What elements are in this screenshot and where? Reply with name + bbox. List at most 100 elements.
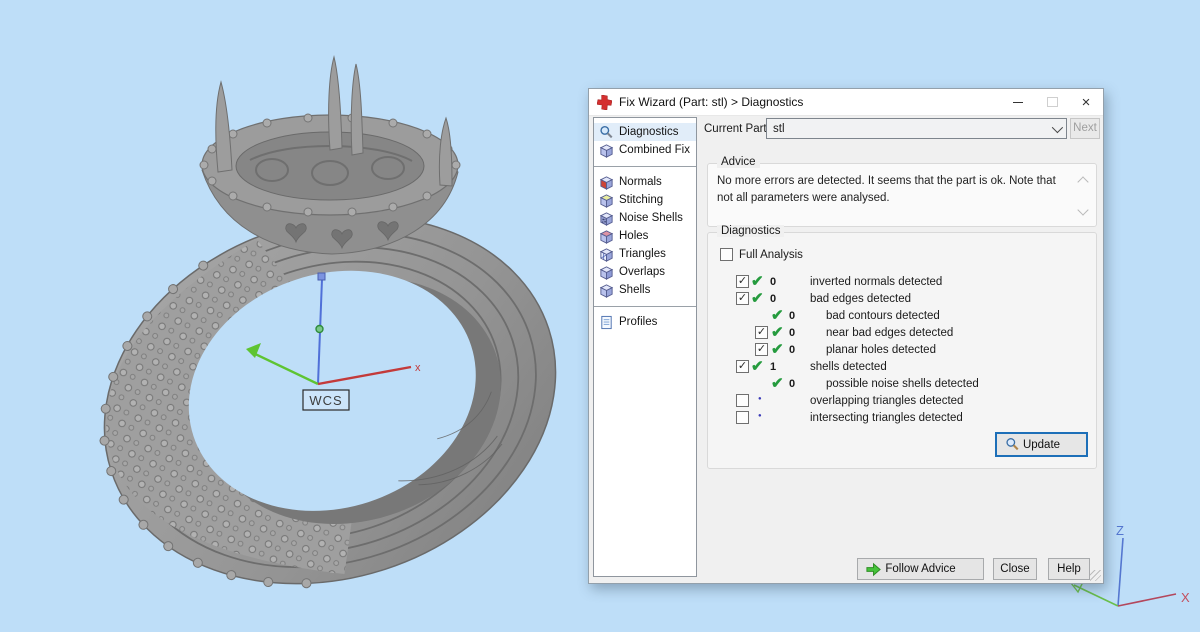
fix-wizard-dialog: Fix Wizard (Part: stl) > Diagnostics × D… <box>588 88 1104 584</box>
chevron-down-icon <box>1052 121 1063 132</box>
view-z-axis-label: Z <box>1116 523 1124 538</box>
combined-fix-cube-icon <box>599 143 614 158</box>
advice-legend: Advice <box>717 156 760 168</box>
row-count: 0 <box>789 344 795 356</box>
normals-cube-icon <box>599 175 614 190</box>
sidebar-item-noise-shells[interactable]: Noise Shells <box>594 209 696 227</box>
noise-shells-cube-icon <box>599 211 614 226</box>
row-count: 0 <box>770 276 776 288</box>
magnifier-icon <box>599 125 614 140</box>
resize-grip[interactable] <box>1090 570 1101 581</box>
row-count: 0 <box>789 327 795 339</box>
sidebar-item-combined-fix[interactable]: Combined Fix <box>594 141 696 159</box>
overlaps-cube-icon <box>599 265 614 280</box>
sidebar-item-stitching[interactable]: Stitching <box>594 191 696 209</box>
row-label: bad edges detected <box>810 293 911 305</box>
dialog-titlebar[interactable]: Fix Wizard (Part: stl) > Diagnostics × <box>589 89 1103 116</box>
status-icon <box>771 340 784 358</box>
view-x-axis-label: X <box>1181 590 1190 605</box>
sidebar-item-triangles[interactable]: Triangles <box>594 245 696 263</box>
row-label: intersecting triangles detected <box>810 412 963 424</box>
maximize-icon <box>1047 97 1058 107</box>
sidebar-item-holes[interactable]: Holes <box>594 227 696 245</box>
diagnostics-groupbox: Diagnostics Full Analysis 0 inverted nor… <box>707 232 1097 469</box>
current-part-label: Current Part: <box>704 123 770 135</box>
close-button[interactable]: × <box>1069 89 1103 115</box>
scroll-down-icon[interactable] <box>1077 204 1088 215</box>
diagnostic-row: 0 bad edges detected <box>708 291 1096 308</box>
row-checkbox[interactable] <box>736 360 749 373</box>
advice-text: No more errors are detected. It seems th… <box>717 173 1066 208</box>
row-label: possible noise shells detected <box>826 378 979 390</box>
minimize-icon <box>1013 102 1023 103</box>
row-label: shells detected <box>810 361 887 373</box>
row-checkbox[interactable] <box>755 326 768 339</box>
diagnostics-legend: Diagnostics <box>717 225 784 237</box>
diagnostic-row: 0 near bad edges detected <box>708 325 1096 342</box>
diagnostics-rows: 0 inverted normals detected 0 bad edges … <box>708 274 1096 427</box>
ring-crown <box>200 57 460 254</box>
row-count: 0 <box>789 310 795 322</box>
status-icon <box>771 323 784 341</box>
diagnostic-row: overlapping triangles detected <box>708 393 1096 410</box>
row-label: near bad edges detected <box>826 327 953 339</box>
scroll-up-icon[interactable] <box>1077 176 1088 187</box>
row-checkbox[interactable] <box>736 275 749 288</box>
dialog-title: Fix Wizard (Part: stl) > Diagnostics <box>619 95 803 109</box>
row-label: inverted normals detected <box>810 276 942 288</box>
current-part-combobox[interactable]: stl <box>766 118 1067 139</box>
advice-groupbox: Advice No more errors are detected. It s… <box>707 163 1097 227</box>
magnifier-icon <box>1005 437 1020 452</box>
status-icon <box>771 374 784 392</box>
row-checkbox[interactable] <box>755 343 768 356</box>
diagnostic-row: 0 possible noise shells detected <box>708 376 1096 393</box>
sidebar-item-profiles[interactable]: Profiles <box>594 313 696 331</box>
wcs-label: WCS <box>303 390 349 410</box>
row-checkbox[interactable] <box>736 411 749 424</box>
green-arrow-icon <box>865 561 882 578</box>
row-checkbox[interactable] <box>736 394 749 407</box>
row-count: 1 <box>770 361 776 373</box>
update-button[interactable]: Update <box>995 432 1088 457</box>
diagnostic-row: 1 shells detected <box>708 359 1096 376</box>
next-button[interactable]: Next <box>1070 118 1100 139</box>
triangles-cube-icon <box>599 247 614 262</box>
svg-text:WCS: WCS <box>309 393 342 408</box>
sidebar-item-overlaps[interactable]: Overlaps <box>594 263 696 281</box>
status-icon <box>751 272 764 290</box>
stitching-cube-icon <box>599 193 614 208</box>
full-analysis-checkbox[interactable] <box>720 248 733 261</box>
row-label: bad contours detected <box>826 310 940 322</box>
model-x-axis-label: x <box>415 362 421 374</box>
close-icon: × <box>1082 95 1091 110</box>
sidebar-item-diagnostics[interactable]: Diagnostics <box>594 123 696 141</box>
sidebar-separator <box>594 166 696 167</box>
status-icon <box>758 394 762 406</box>
status-icon <box>771 306 784 324</box>
minimize-button[interactable] <box>1001 89 1035 115</box>
current-part-value: stl <box>773 123 785 135</box>
diagnostic-row: 0 bad contours detected <box>708 308 1096 325</box>
maximize-button[interactable] <box>1035 89 1069 115</box>
row-checkbox[interactable] <box>736 292 749 305</box>
shells-cube-icon <box>599 283 614 298</box>
sidebar-item-normals[interactable]: Normals <box>594 173 696 191</box>
profiles-document-icon <box>599 315 614 330</box>
fix-wizard-cross-icon <box>597 95 612 110</box>
help-button[interactable]: Help <box>1048 558 1090 580</box>
row-label: planar holes detected <box>826 344 936 356</box>
follow-advice-button[interactable]: Follow Advice <box>857 558 984 580</box>
sidebar-separator <box>594 306 696 307</box>
row-count: 0 <box>789 378 795 390</box>
holes-cube-icon <box>599 229 614 244</box>
diagnostic-row: 0 inverted normals detected <box>708 274 1096 291</box>
sidebar-item-shells[interactable]: Shells <box>594 281 696 299</box>
status-icon <box>758 411 762 423</box>
diagnostic-row: 0 planar holes detected <box>708 342 1096 359</box>
status-icon <box>751 357 764 375</box>
close-dialog-button[interactable]: Close <box>993 558 1037 580</box>
row-label: overlapping triangles detected <box>810 395 963 407</box>
status-icon <box>751 289 764 307</box>
diagnostic-row: intersecting triangles detected <box>708 410 1096 427</box>
full-analysis-label: Full Analysis <box>739 249 803 261</box>
